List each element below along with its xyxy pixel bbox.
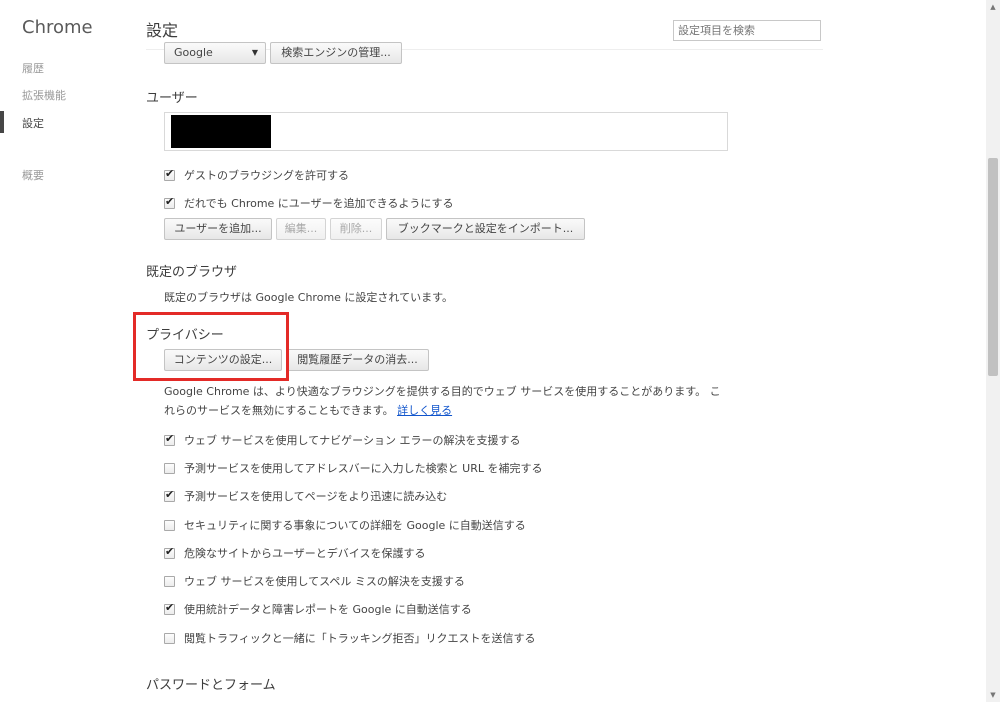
redacted-user-entry: [171, 115, 271, 148]
check-icon: ✔: [165, 487, 175, 501]
check-icon: ✔: [165, 600, 175, 614]
app-title: Chrome: [22, 17, 93, 38]
allow-add-user-row[interactable]: ✔ だれでも Chrome にユーザーを追加できるようにする: [164, 195, 453, 211]
check-icon: ✔: [165, 194, 175, 208]
checkbox-label: 使用統計データと障害レポートを Google に自動送信する: [184, 603, 472, 616]
default-browser-section-title: 既定のブラウザ: [146, 265, 238, 280]
dropdown-arrow-icon: ▼: [251, 48, 258, 57]
users-section-title: ユーザー: [146, 91, 198, 106]
do-not-track-checkbox[interactable]: [164, 632, 175, 644]
privacy-option-row[interactable]: ✔ 使用統計データと障害レポートを Google に自動送信する: [164, 601, 472, 617]
checkbox-label: 危険なサイトからユーザーとデバイスを保護する: [184, 547, 426, 560]
checkbox-label: ウェブ サービスを使用してナビゲーション エラーの解決を支援する: [184, 434, 521, 447]
sidebar-item-extensions[interactable]: 拡張機能: [22, 87, 66, 103]
learn-more-link[interactable]: 詳しく見る: [397, 404, 452, 417]
checkbox-label: ゲストのブラウジングを許可する: [184, 169, 349, 182]
check-icon: ✔: [165, 431, 175, 445]
sidebar-item-settings[interactable]: 設定: [22, 115, 44, 131]
usage-stats-checkbox[interactable]: ✔: [164, 600, 175, 615]
delete-user-button[interactable]: 削除...: [330, 218, 382, 240]
privacy-description-line2: れらのサービスを無効にすることもできます。 詳しく見る: [164, 402, 452, 418]
add-user-button[interactable]: ユーザーを追加...: [164, 218, 272, 240]
allow-add-user-checkbox[interactable]: ✔: [164, 194, 175, 209]
spelling-service-checkbox[interactable]: [164, 575, 175, 587]
sidebar-item-about[interactable]: 概要: [22, 167, 44, 183]
passwords-section-title: パスワードとフォーム: [146, 678, 276, 693]
checkbox-label: だれでも Chrome にユーザーを追加できるようにする: [184, 197, 454, 210]
security-report-checkbox[interactable]: [164, 519, 175, 531]
checkbox-label: 予測サービスを使用してページをより迅速に読み込む: [184, 490, 448, 503]
scrollbar-thumb[interactable]: [988, 158, 998, 376]
privacy-option-row[interactable]: ✔ 危険なサイトからユーザーとデバイスを保護する: [164, 545, 425, 561]
check-icon: ✔: [165, 166, 175, 180]
user-list[interactable]: [164, 112, 728, 151]
privacy-description-text: れらのサービスを無効にすることもできます。: [164, 404, 394, 417]
red-highlight-annotation: [133, 312, 289, 381]
checkbox-label: ウェブ サービスを使用してスペル ミスの解決を支援する: [184, 575, 465, 588]
scroll-up-icon[interactable]: ▲: [986, 0, 1000, 14]
navigation-error-checkbox[interactable]: ✔: [164, 431, 175, 446]
privacy-description-line1: Google Chrome は、より快適なブラウジングを提供する目的でウェブ サ…: [164, 385, 721, 398]
page-title: 設定: [146, 21, 179, 40]
sidebar-item-history[interactable]: 履歴: [22, 60, 44, 76]
safe-browsing-checkbox[interactable]: ✔: [164, 544, 175, 559]
privacy-option-row[interactable]: ✔ ウェブ サービスを使用してナビゲーション エラーの解決を支援する: [164, 432, 520, 448]
privacy-option-row[interactable]: ウェブ サービスを使用してスペル ミスの解決を支援する: [164, 573, 465, 589]
predict-search-checkbox[interactable]: [164, 462, 175, 474]
checkbox-label: 予測サービスを使用してアドレスバーに入力した検索と URL を補完する: [184, 462, 543, 475]
vertical-scrollbar[interactable]: ▲ ▼: [986, 0, 1000, 702]
clear-browsing-data-button[interactable]: 閲覧履歴データの消去...: [286, 349, 429, 371]
guest-browsing-row[interactable]: ✔ ゲストのブラウジングを許可する: [164, 167, 349, 183]
search-engine-select[interactable]: Google ▼: [164, 42, 266, 64]
privacy-option-row[interactable]: 閲覧トラフィックと一緒に「トラッキング拒否」リクエストを送信する: [164, 630, 535, 646]
guest-browsing-checkbox[interactable]: ✔: [164, 166, 175, 181]
default-browser-status: 既定のブラウザは Google Chrome に設定されています。: [164, 291, 453, 304]
privacy-option-row[interactable]: ✔ 予測サービスを使用してページをより迅速に読み込む: [164, 488, 447, 504]
privacy-option-row[interactable]: 予測サービスを使用してアドレスバーに入力した検索と URL を補完する: [164, 460, 542, 476]
settings-search-input[interactable]: [673, 20, 821, 41]
scroll-down-icon[interactable]: ▼: [986, 688, 1000, 702]
edit-user-button[interactable]: 編集...: [276, 218, 326, 240]
check-icon: ✔: [165, 544, 175, 558]
active-indicator: [0, 111, 4, 133]
checkbox-label: セキュリティに関する事象についての詳細を Google に自動送信する: [184, 519, 526, 532]
sidebar: Chrome 履歴 拡張機能 設定 概要: [0, 0, 140, 702]
import-bookmarks-button[interactable]: ブックマークと設定をインポート...: [386, 218, 585, 240]
prefetch-pages-checkbox[interactable]: ✔: [164, 487, 175, 502]
manage-search-engines-button[interactable]: 検索エンジンの管理...: [270, 42, 402, 64]
checkbox-label: 閲覧トラフィックと一緒に「トラッキング拒否」リクエストを送信する: [184, 632, 536, 645]
search-engine-selected: Google: [174, 46, 213, 59]
privacy-option-row[interactable]: セキュリティに関する事象についての詳細を Google に自動送信する: [164, 517, 526, 533]
